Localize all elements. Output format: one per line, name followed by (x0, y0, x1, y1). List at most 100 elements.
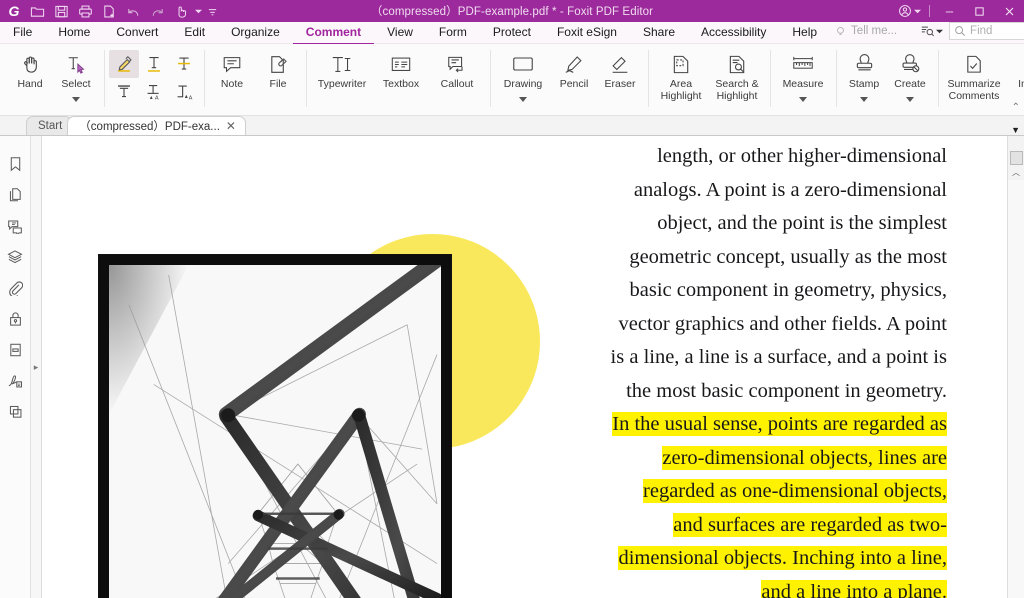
document-view[interactable]: length, or other higher-dimensional anal… (42, 136, 1007, 598)
highlighted-text-line[interactable]: dimensional objects. Inching into a line… (527, 542, 947, 576)
highlighted-text-line[interactable]: regarded as one-dimensional objects, (527, 475, 947, 509)
touch-mode-icon[interactable] (169, 1, 193, 21)
undo-icon[interactable] (121, 1, 145, 21)
menu-item-convert[interactable]: Convert (103, 22, 171, 43)
replace-text-tool-button[interactable]: A (139, 78, 169, 106)
chevron-down-icon[interactable] (906, 91, 914, 105)
highlight-tool-button[interactable] (109, 50, 139, 78)
menu-item-accessibility[interactable]: Accessibility (688, 22, 779, 43)
drawing-tool-button[interactable]: Drawing (495, 47, 551, 106)
scrollbar-thumb[interactable] (1010, 151, 1023, 165)
menu-item-comment[interactable]: Comment (293, 22, 374, 45)
menu-item-foxit-esign[interactable]: Foxit eSign (544, 22, 630, 43)
area-highlight-button[interactable]: Area Highlight (653, 47, 709, 103)
typewriter-tool-button[interactable]: Typewriter (311, 47, 373, 92)
stamps-panel-icon[interactable] (2, 400, 28, 424)
menu-item-organize[interactable]: Organize (218, 22, 293, 43)
strikeout-tool-button[interactable] (169, 50, 199, 78)
create-pdf-icon[interactable] (97, 1, 121, 21)
fields-icon[interactable] (2, 338, 28, 362)
menu-item-form[interactable]: Form (426, 22, 480, 43)
highlighted-text-line[interactable]: and surfaces are regarded as two- (527, 509, 947, 543)
select-text-icon (65, 51, 87, 77)
highlight-annotation[interactable]: and surfaces are regarded as two- (673, 513, 947, 537)
highlight-annotation[interactable]: and a line into a plane. (761, 580, 947, 598)
summarize-comments-label: Summarize Comments (947, 79, 1000, 102)
comments-icon[interactable] (2, 214, 28, 238)
close-tab-icon[interactable]: ✕ (226, 120, 236, 132)
textbox-tool-button[interactable]: Textbox (373, 47, 429, 92)
insert-text-icon: A (173, 81, 195, 103)
qat-more-icon[interactable] (204, 1, 220, 21)
vertical-scrollbar[interactable]: ︿ (1007, 136, 1024, 598)
minimize-icon[interactable] (934, 0, 964, 22)
summarize-comments-button[interactable]: Summarize Comments (943, 47, 1005, 103)
hand-tool-button[interactable]: Hand (7, 47, 53, 92)
create-stamp-button[interactable]: Create (887, 47, 933, 106)
highlighted-text-line[interactable]: zero-dimensional objects, lines are (527, 442, 947, 476)
find-input[interactable]: Find (949, 22, 1024, 40)
highlight-annotation[interactable]: dimensional objects. Inching into a line… (618, 546, 947, 570)
chevron-down-icon[interactable] (519, 91, 527, 105)
menu-item-share[interactable]: Share (630, 22, 688, 43)
highlight-annotation[interactable]: regarded as one-dimensional objects, (643, 479, 947, 503)
highlighted-text-line[interactable]: and a line into a plane. (527, 576, 947, 598)
scrollbar-track[interactable] (1008, 180, 1024, 598)
stamp-tool-button[interactable]: Stamp (841, 47, 887, 106)
account-icon[interactable] (894, 4, 925, 18)
search-options-button[interactable] (918, 24, 945, 38)
search-highlight-button[interactable]: Search & Highlight (709, 47, 765, 103)
open-file-icon[interactable] (25, 1, 49, 21)
chevron-down-icon[interactable] (799, 91, 807, 105)
import-comments-button[interactable]: Import (1005, 47, 1024, 92)
menu-item-protect[interactable]: Protect (480, 22, 544, 43)
attachments-icon[interactable] (2, 276, 28, 300)
bookmarks-icon[interactable] (2, 152, 28, 176)
collapse-ribbon-button[interactable]: ⌃ (1012, 102, 1020, 113)
expand-pane-icon[interactable]: ▸ (34, 362, 39, 373)
print-icon[interactable] (73, 1, 97, 21)
close-icon[interactable] (994, 0, 1024, 22)
menu-item-file[interactable]: File (0, 22, 45, 43)
pdf-page[interactable]: length, or other higher-dimensional anal… (42, 136, 1007, 598)
navigation-pane-splitter[interactable]: ▸ (31, 136, 42, 598)
menu-item-help[interactable]: Help (779, 22, 830, 43)
callout-icon (446, 51, 468, 77)
callout-tool-button[interactable]: Callout (429, 47, 485, 92)
page-thumbnails-icon[interactable] (2, 183, 28, 207)
pencil-tool-button[interactable]: Pencil (551, 47, 597, 92)
menu-item-edit[interactable]: Edit (171, 22, 218, 43)
signatures-icon[interactable] (2, 369, 28, 393)
layers-icon[interactable] (2, 245, 28, 269)
highlight-annotation[interactable]: In the usual sense, points are regarded … (612, 412, 947, 436)
tell-me-placeholder-text: Tell me... (851, 25, 897, 37)
highlight-annotation[interactable]: zero-dimensional objects, lines are (662, 446, 947, 470)
chevron-down-icon[interactable] (860, 91, 868, 105)
measure-tool-button[interactable]: Measure (775, 47, 831, 106)
create-stamp-label: Create (894, 79, 926, 91)
page-text-column[interactable]: length, or other higher-dimensional anal… (527, 136, 947, 598)
tab-start[interactable]: Start (26, 116, 72, 135)
pencil-icon (563, 51, 585, 77)
qat-caret-icon[interactable] (193, 1, 204, 21)
security-icon[interactable] (2, 307, 28, 331)
redo-icon[interactable] (145, 1, 169, 21)
menu-item-view[interactable]: View (374, 22, 426, 43)
underline-tool-button[interactable] (139, 50, 169, 78)
tab-pdf-example[interactable]: （compressed）PDF-exa... ✕ (67, 116, 246, 135)
scroll-up-button[interactable]: ︿ (1008, 165, 1024, 180)
file-attach-tool-button[interactable]: File (255, 47, 301, 92)
maximize-icon[interactable] (964, 0, 994, 22)
squiggly-tool-button[interactable] (109, 78, 139, 106)
workspace: ▸ (0, 136, 1024, 598)
highlighted-text-line[interactable]: In the usual sense, points are regarded … (527, 408, 947, 442)
chevron-down-icon[interactable] (72, 91, 80, 105)
tell-me-input[interactable]: Tell me... (830, 24, 914, 39)
save-icon[interactable] (49, 1, 73, 21)
select-tool-button[interactable]: Select (53, 47, 99, 106)
menu-item-home[interactable]: Home (45, 22, 103, 43)
insert-text-tool-button[interactable]: A (169, 78, 199, 106)
eraser-tool-button[interactable]: Eraser (597, 47, 643, 92)
tab-overflow-icon[interactable]: ▼ (1011, 125, 1020, 135)
note-tool-button[interactable]: Note (209, 47, 255, 92)
